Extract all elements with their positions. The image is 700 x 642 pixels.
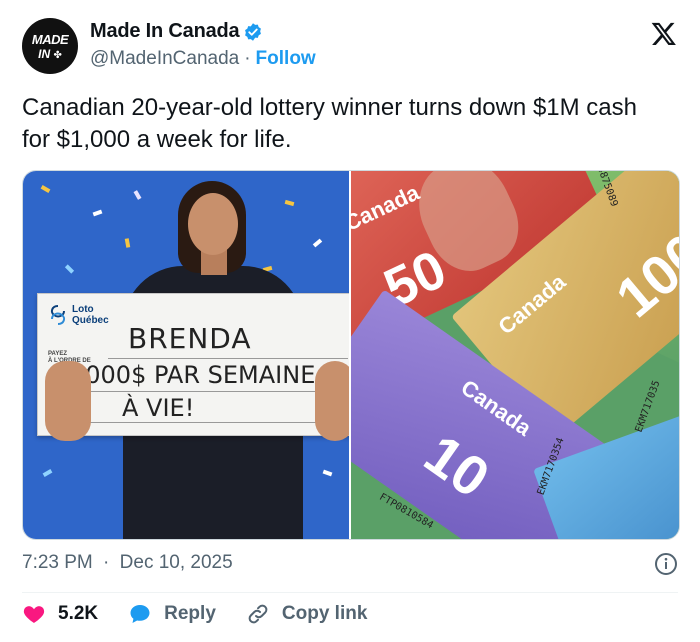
avatar[interactable]: MADE IN ✤ xyxy=(22,18,78,74)
link-icon xyxy=(248,604,268,624)
person-right-hand xyxy=(315,361,349,441)
person-left-hand xyxy=(45,361,91,441)
loto-quebec-logo: Loto Québec xyxy=(48,304,109,326)
maple-leaf-icon: ✤ xyxy=(53,50,62,61)
handwritten-life: À VIE! xyxy=(122,394,195,422)
confetti xyxy=(124,238,131,248)
confetti xyxy=(64,264,75,274)
cheque-line xyxy=(66,422,348,423)
bill-fifty-country: Canada xyxy=(351,179,424,236)
handle-separator: · xyxy=(244,48,251,69)
bill-hundred-value: 100 xyxy=(604,220,679,330)
tweet-date: Dec 10, 2025 xyxy=(119,552,233,573)
confetti xyxy=(322,469,333,477)
x-logo-icon[interactable] xyxy=(650,20,678,48)
speech-bubble-icon xyxy=(130,605,150,623)
handle[interactable]: @MadeInCanada xyxy=(90,48,239,69)
bill-ten-value: 10 xyxy=(413,422,501,510)
tweet-timestamp[interactable]: 7:23 PM · Dec 10, 2025 xyxy=(22,552,233,574)
info-icon[interactable] xyxy=(654,552,678,576)
avatar-line1: MADE xyxy=(31,32,69,47)
like-button[interactable]: 5.2K xyxy=(22,602,98,626)
loto-quebec-text: Loto Québec xyxy=(72,304,109,326)
loto-swirl-icon xyxy=(50,305,66,325)
cheque-line xyxy=(66,391,348,392)
tweet-media[interactable]: Loto Québec PAYEZ À L'ORDRE DE BRENDA 10… xyxy=(22,170,680,540)
name-row: Made In Canada xyxy=(90,20,263,43)
bill-hundred-country: Canada xyxy=(493,269,571,340)
tweet-header: MADE IN ✤ Made In Canada @MadeInCanada · F… xyxy=(22,14,682,78)
lottery-winner-photo[interactable]: Loto Québec PAYEZ À L'ORDRE DE BRENDA 10… xyxy=(23,171,349,539)
handwritten-amount: 1000$ PAR SEMAINE xyxy=(70,361,316,389)
confetti xyxy=(42,469,53,477)
confetti xyxy=(40,185,51,193)
like-count: 5.2K xyxy=(58,603,99,624)
confetti xyxy=(133,190,142,200)
tweet-time: 7:23 PM xyxy=(22,552,93,573)
confetti xyxy=(312,238,323,248)
reply-label: Reply xyxy=(164,603,216,624)
timestamp-separator: · xyxy=(103,552,110,573)
follow-button[interactable]: Follow xyxy=(256,48,316,69)
avatar-line2: IN ✤ xyxy=(38,47,62,61)
confetti xyxy=(284,199,295,207)
verified-badge-icon xyxy=(245,22,262,41)
display-name[interactable]: Made In Canada xyxy=(90,20,240,43)
tweet-actions: 5.2K Reply Copy link xyxy=(22,600,397,628)
cheque-line xyxy=(108,358,348,359)
reply-button[interactable]: Reply xyxy=(128,602,216,626)
heart-icon xyxy=(23,606,45,623)
canadian-banknotes-photo[interactable]: Canada 50 Canada 100 Canada 10 4875089 E… xyxy=(351,171,679,539)
copy-link-button[interactable]: Copy link xyxy=(246,602,368,626)
handwritten-name: BRENDA xyxy=(128,322,252,355)
copy-link-label: Copy link xyxy=(281,603,368,624)
confetti xyxy=(92,209,103,217)
handle-row: @MadeInCanada · Follow xyxy=(90,48,316,70)
divider xyxy=(22,592,678,593)
person-face xyxy=(188,193,238,255)
tweet-text: Canadian 20-year-old lottery winner turn… xyxy=(22,94,637,153)
